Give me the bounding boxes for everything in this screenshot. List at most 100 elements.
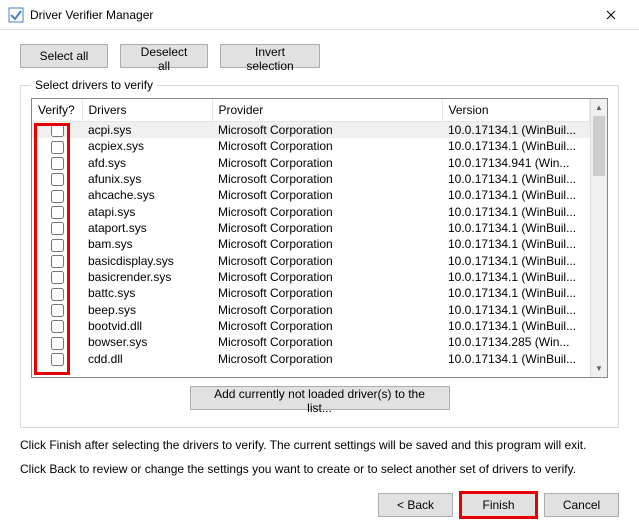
cell-driver: ataport.sys bbox=[82, 220, 212, 236]
drivers-table: Verify? Drivers Provider Version acpi.sy… bbox=[32, 99, 590, 367]
cell-version: 10.0.17134.1 (WinBuil... bbox=[442, 253, 590, 269]
scroll-up-icon[interactable]: ▲ bbox=[591, 99, 607, 116]
cell-provider: Microsoft Corporation bbox=[212, 269, 442, 285]
cell-version: 10.0.17134.941 (Win... bbox=[442, 155, 590, 171]
verify-checkbox[interactable] bbox=[51, 353, 64, 366]
verify-checkbox[interactable] bbox=[51, 190, 64, 203]
cell-driver: afd.sys bbox=[82, 155, 212, 171]
cell-driver: bootvid.dll bbox=[82, 318, 212, 334]
cell-provider: Microsoft Corporation bbox=[212, 253, 442, 269]
cell-driver: cdd.dll bbox=[82, 351, 212, 367]
cell-driver: acpiex.sys bbox=[82, 138, 212, 154]
cell-version: 10.0.17134.1 (WinBuil... bbox=[442, 351, 590, 367]
cell-provider: Microsoft Corporation bbox=[212, 285, 442, 301]
cell-version: 10.0.17134.1 (WinBuil... bbox=[442, 318, 590, 334]
table-row[interactable]: bowser.sysMicrosoft Corporation10.0.1713… bbox=[32, 334, 590, 350]
cell-driver: acpi.sys bbox=[82, 122, 212, 139]
cell-driver: beep.sys bbox=[82, 302, 212, 318]
table-row[interactable]: afunix.sysMicrosoft Corporation10.0.1713… bbox=[32, 171, 590, 187]
cell-driver: atapi.sys bbox=[82, 204, 212, 220]
verify-checkbox[interactable] bbox=[51, 206, 64, 219]
table-row[interactable]: battc.sysMicrosoft Corporation10.0.17134… bbox=[32, 285, 590, 301]
cell-version: 10.0.17134.1 (WinBuil... bbox=[442, 187, 590, 203]
header-provider[interactable]: Provider bbox=[212, 99, 442, 122]
cell-provider: Microsoft Corporation bbox=[212, 122, 442, 139]
verify-checkbox[interactable] bbox=[51, 222, 64, 235]
cell-provider: Microsoft Corporation bbox=[212, 204, 442, 220]
info-line2: Click Back to review or change the setti… bbox=[20, 462, 619, 476]
group-legend: Select drivers to verify bbox=[31, 78, 157, 92]
verify-checkbox[interactable] bbox=[51, 288, 64, 301]
cell-provider: Microsoft Corporation bbox=[212, 236, 442, 252]
cell-version: 10.0.17134.1 (WinBuil... bbox=[442, 302, 590, 318]
cell-version: 10.0.17134.1 (WinBuil... bbox=[442, 220, 590, 236]
cell-version: 10.0.17134.1 (WinBuil... bbox=[442, 122, 590, 139]
cell-provider: Microsoft Corporation bbox=[212, 302, 442, 318]
table-row[interactable]: afd.sysMicrosoft Corporation10.0.17134.9… bbox=[32, 155, 590, 171]
table-row[interactable]: beep.sysMicrosoft Corporation10.0.17134.… bbox=[32, 302, 590, 318]
cell-provider: Microsoft Corporation bbox=[212, 351, 442, 367]
drivers-group: Select drivers to verify Verify? Drivers… bbox=[20, 78, 619, 428]
cell-driver: bam.sys bbox=[82, 236, 212, 252]
select-all-button[interactable]: Select all bbox=[20, 44, 108, 68]
cell-version: 10.0.17134.1 (WinBuil... bbox=[442, 285, 590, 301]
cell-driver: basicdisplay.sys bbox=[82, 253, 212, 269]
cell-version: 10.0.17134.1 (WinBuil... bbox=[442, 171, 590, 187]
verify-checkbox[interactable] bbox=[51, 173, 64, 186]
close-button[interactable] bbox=[591, 0, 631, 30]
drivers-table-container: Verify? Drivers Provider Version acpi.sy… bbox=[31, 98, 608, 378]
cell-driver: afunix.sys bbox=[82, 171, 212, 187]
cell-provider: Microsoft Corporation bbox=[212, 187, 442, 203]
verify-checkbox[interactable] bbox=[51, 141, 64, 154]
cell-provider: Microsoft Corporation bbox=[212, 138, 442, 154]
verify-checkbox[interactable] bbox=[51, 239, 64, 252]
cell-driver: basicrender.sys bbox=[82, 269, 212, 285]
add-not-loaded-button[interactable]: Add currently not loaded driver(s) to th… bbox=[190, 386, 450, 410]
cell-driver: battc.sys bbox=[82, 285, 212, 301]
verify-checkbox[interactable] bbox=[51, 304, 64, 317]
cell-driver: bowser.sys bbox=[82, 334, 212, 350]
cell-provider: Microsoft Corporation bbox=[212, 220, 442, 236]
cell-provider: Microsoft Corporation bbox=[212, 171, 442, 187]
cell-version: 10.0.17134.285 (Win... bbox=[442, 334, 590, 350]
scroll-down-icon[interactable]: ▼ bbox=[591, 360, 607, 377]
verify-checkbox[interactable] bbox=[51, 320, 64, 333]
header-drivers[interactable]: Drivers bbox=[82, 99, 212, 122]
cell-provider: Microsoft Corporation bbox=[212, 318, 442, 334]
table-row[interactable]: ataport.sysMicrosoft Corporation10.0.171… bbox=[32, 220, 590, 236]
verify-checkbox[interactable] bbox=[51, 124, 64, 137]
cell-version: 10.0.17134.1 (WinBuil... bbox=[442, 269, 590, 285]
info-text: Click Finish after selecting the drivers… bbox=[20, 438, 619, 476]
vertical-scrollbar[interactable]: ▲ ▼ bbox=[590, 99, 607, 377]
header-verify[interactable]: Verify? bbox=[32, 99, 82, 122]
cancel-button[interactable]: Cancel bbox=[544, 493, 619, 517]
cell-provider: Microsoft Corporation bbox=[212, 334, 442, 350]
verify-checkbox[interactable] bbox=[51, 255, 64, 268]
app-icon bbox=[8, 7, 24, 23]
deselect-all-button[interactable]: Deselect all bbox=[120, 44, 208, 68]
verify-checkbox[interactable] bbox=[51, 337, 64, 350]
scroll-thumb[interactable] bbox=[593, 116, 605, 176]
invert-selection-button[interactable]: Invert selection bbox=[220, 44, 320, 68]
table-row[interactable]: atapi.sysMicrosoft Corporation10.0.17134… bbox=[32, 204, 590, 220]
table-row[interactable]: ahcache.sysMicrosoft Corporation10.0.171… bbox=[32, 187, 590, 203]
cell-version: 10.0.17134.1 (WinBuil... bbox=[442, 138, 590, 154]
table-row[interactable]: cdd.dllMicrosoft Corporation10.0.17134.1… bbox=[32, 351, 590, 367]
header-version[interactable]: Version bbox=[442, 99, 590, 122]
table-row[interactable]: acpi.sysMicrosoft Corporation10.0.17134.… bbox=[32, 122, 590, 139]
cell-version: 10.0.17134.1 (WinBuil... bbox=[442, 204, 590, 220]
window-title: Driver Verifier Manager bbox=[30, 8, 591, 22]
info-line1: Click Finish after selecting the drivers… bbox=[20, 438, 619, 452]
table-row[interactable]: bam.sysMicrosoft Corporation10.0.17134.1… bbox=[32, 236, 590, 252]
titlebar: Driver Verifier Manager bbox=[0, 0, 639, 30]
finish-button[interactable]: Finish bbox=[461, 493, 536, 517]
table-row[interactable]: bootvid.dllMicrosoft Corporation10.0.171… bbox=[32, 318, 590, 334]
verify-checkbox[interactable] bbox=[51, 271, 64, 284]
table-row[interactable]: basicdisplay.sysMicrosoft Corporation10.… bbox=[32, 253, 590, 269]
table-row[interactable]: acpiex.sysMicrosoft Corporation10.0.1713… bbox=[32, 138, 590, 154]
table-row[interactable]: basicrender.sysMicrosoft Corporation10.0… bbox=[32, 269, 590, 285]
cell-driver: ahcache.sys bbox=[82, 187, 212, 203]
cell-provider: Microsoft Corporation bbox=[212, 155, 442, 171]
verify-checkbox[interactable] bbox=[51, 157, 64, 170]
back-button[interactable]: < Back bbox=[378, 493, 453, 517]
